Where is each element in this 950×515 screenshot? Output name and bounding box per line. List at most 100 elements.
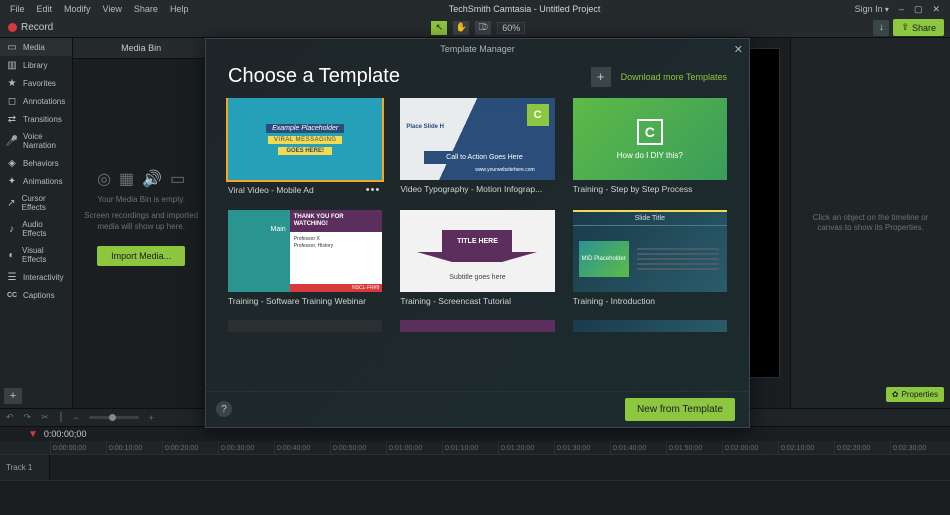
speaker-icon: 🔊 — [142, 169, 162, 189]
modal-titlebar: Template Manager ✕ — [206, 39, 749, 59]
sidebar-voice[interactable]: 🎤Voice Narration — [0, 128, 72, 154]
sidebar-interactivity[interactable]: ☰Interactivity — [0, 268, 72, 286]
close-window-icon[interactable]: ✕ — [932, 4, 940, 15]
annotations-icon: ◻ — [6, 96, 18, 106]
template-thumb: Main THANK YOU FOR WATCHING!Professor XP… — [228, 210, 382, 292]
download-icon[interactable]: ↓ — [873, 20, 889, 36]
modal-title: Template Manager — [440, 44, 515, 54]
maximize-icon[interactable]: ▢ — [914, 4, 923, 15]
undo-icon[interactable]: ↶ — [6, 412, 14, 423]
animations-icon: ✦ — [6, 176, 18, 186]
sidebar-favorites[interactable]: ★Favorites — [0, 74, 72, 92]
crop-tool-icon[interactable]: ⎄ — [475, 21, 491, 35]
zoom-out-icon[interactable]: − — [73, 413, 78, 423]
template-step-by-step[interactable]: CHow do I DIY this? Training - Step by S… — [573, 98, 727, 196]
sidebar-animations[interactable]: ✦Animations — [0, 172, 72, 190]
template-introduction[interactable]: Slide Title MID Placeholder Training - I… — [573, 210, 727, 306]
toolbar: Record ↖ ✋ ⎄ 60% ↓ ⇪Share — [0, 18, 950, 38]
menu-edit[interactable]: Edit — [31, 2, 59, 16]
timeline-ruler[interactable]: 0:00:00;000:00:10;00 0:00:20;000:00:30;0… — [0, 441, 950, 455]
template-label: Viral Video - Mobile Ad — [228, 185, 364, 195]
signin-button[interactable]: Sign In — [855, 4, 889, 14]
template-label: Training - Introduction — [573, 296, 727, 306]
sidebar-annotations[interactable]: ◻Annotations — [0, 92, 72, 110]
template-thumb: Example Placeholder VIRAL MESSAGING GOES… — [228, 98, 382, 180]
template-partial-2[interactable] — [400, 320, 554, 332]
record-button[interactable]: Record — [0, 18, 61, 37]
share-button[interactable]: ⇪Share — [893, 19, 944, 36]
library-icon: ▥ — [6, 60, 18, 70]
template-software-training[interactable]: Main THANK YOU FOR WATCHING!Professor XP… — [228, 210, 382, 306]
window-title: TechSmith Camtasia - Untitled Project — [449, 4, 601, 14]
template-screencast-tutorial[interactable]: TITLE HERESubtitle goes here Training - … — [400, 210, 554, 306]
cursor-tool-icon[interactable]: ↖ — [431, 21, 447, 35]
zoom-in-icon[interactable]: + — [149, 413, 154, 423]
menu-file[interactable]: File — [4, 2, 31, 16]
split-icon[interactable]: ⎮ — [59, 412, 64, 423]
sidebar: ▭Media ▥Library ★Favorites ◻Annotations … — [0, 38, 73, 408]
gear-icon: ✿ — [892, 390, 899, 399]
share-icon: ⇪ — [901, 22, 909, 33]
sidebar-cursor-effects[interactable]: ↗Cursor Effects — [0, 190, 72, 216]
template-label: Training - Screencast Tutorial — [400, 296, 554, 306]
playhead-icon[interactable]: ▼ — [28, 429, 38, 440]
audio-icon: ♪ — [6, 224, 17, 234]
star-icon: ★ — [6, 78, 18, 88]
template-thumb: TITLE HERESubtitle goes here — [400, 210, 554, 292]
add-panel-button[interactable]: + — [4, 388, 22, 404]
close-icon[interactable]: ✕ — [734, 43, 743, 56]
zoom-level[interactable]: 60% — [497, 22, 525, 34]
template-partial-1[interactable] — [228, 320, 382, 332]
menu-help[interactable]: Help — [164, 2, 195, 16]
pan-tool-icon[interactable]: ✋ — [453, 21, 469, 35]
sidebar-library[interactable]: ▥Library — [0, 56, 72, 74]
menu-modify[interactable]: Modify — [58, 2, 97, 16]
template-video-typography[interactable]: CCOMPANY TITLE Place Slide H Call to Act… — [400, 98, 554, 196]
track-1[interactable]: Track 1 — [0, 455, 950, 481]
sidebar-media[interactable]: ▭Media — [0, 38, 72, 56]
redo-icon[interactable]: ↷ — [24, 412, 32, 423]
media-icon: ▭ — [6, 42, 18, 52]
sidebar-transitions[interactable]: ⇄Transitions — [0, 110, 72, 128]
add-template-button[interactable]: + — [591, 67, 611, 87]
properties-button[interactable]: ✿Properties — [886, 387, 944, 402]
media-bin-title: Media Bin — [73, 38, 209, 59]
minimize-icon[interactable]: – — [899, 4, 904, 14]
template-label: Training - Software Training Webinar — [228, 296, 382, 306]
sidebar-audio-effects[interactable]: ♪Audio Effects — [0, 216, 72, 242]
menu-share[interactable]: Share — [128, 2, 164, 16]
timeline-zoom-slider[interactable] — [89, 416, 139, 419]
image-icon: ▭ — [170, 169, 185, 189]
download-templates-link[interactable]: Download more Templates — [621, 72, 727, 82]
current-time: 0:00:00;00 — [44, 429, 87, 439]
template-partial-3[interactable] — [573, 320, 727, 332]
record-label: Record — [21, 22, 53, 33]
media-bin-empty-2: Screen recordings and imported media wil… — [73, 211, 209, 232]
interactivity-icon: ☰ — [6, 272, 18, 282]
template-label: Training - Step by Step Process — [573, 184, 727, 194]
transitions-icon: ⇄ — [6, 114, 18, 124]
template-label: Video Typography - Motion Infograp... — [400, 184, 554, 194]
more-icon[interactable]: ••• — [364, 184, 383, 196]
cc-icon: CC — [6, 290, 18, 300]
visual-icon: ◐ — [6, 250, 17, 260]
properties-panel: Click an object on the timeline or canva… — [790, 38, 950, 408]
properties-hint: Click an object on the timeline or canva… — [791, 213, 950, 234]
sidebar-behaviors[interactable]: ◈Behaviors — [0, 154, 72, 172]
help-icon[interactable]: ? — [216, 401, 232, 417]
track-1-label: Track 1 — [0, 455, 50, 480]
menu-view[interactable]: View — [97, 2, 128, 16]
cut-icon[interactable]: ✂ — [41, 412, 49, 423]
sidebar-captions[interactable]: CCCaptions — [0, 286, 72, 304]
import-media-button[interactable]: Import Media... — [97, 246, 185, 266]
template-viral-video[interactable]: Example Placeholder VIRAL MESSAGING GOES… — [228, 98, 382, 196]
new-from-template-button[interactable]: New from Template — [625, 398, 735, 421]
record-target-icon: ◎ — [97, 169, 111, 189]
modal-heading: Choose a Template — [228, 65, 591, 88]
media-bin-panel: Media Bin ◎ ▦ 🔊 ▭ Your Media Bin is empt… — [73, 38, 210, 408]
template-thumb — [400, 320, 554, 332]
sidebar-visual-effects[interactable]: ◐Visual Effects — [0, 242, 72, 268]
cursor-effects-icon: ↗ — [6, 198, 17, 208]
template-thumb — [573, 320, 727, 332]
template-thumb — [228, 320, 382, 332]
